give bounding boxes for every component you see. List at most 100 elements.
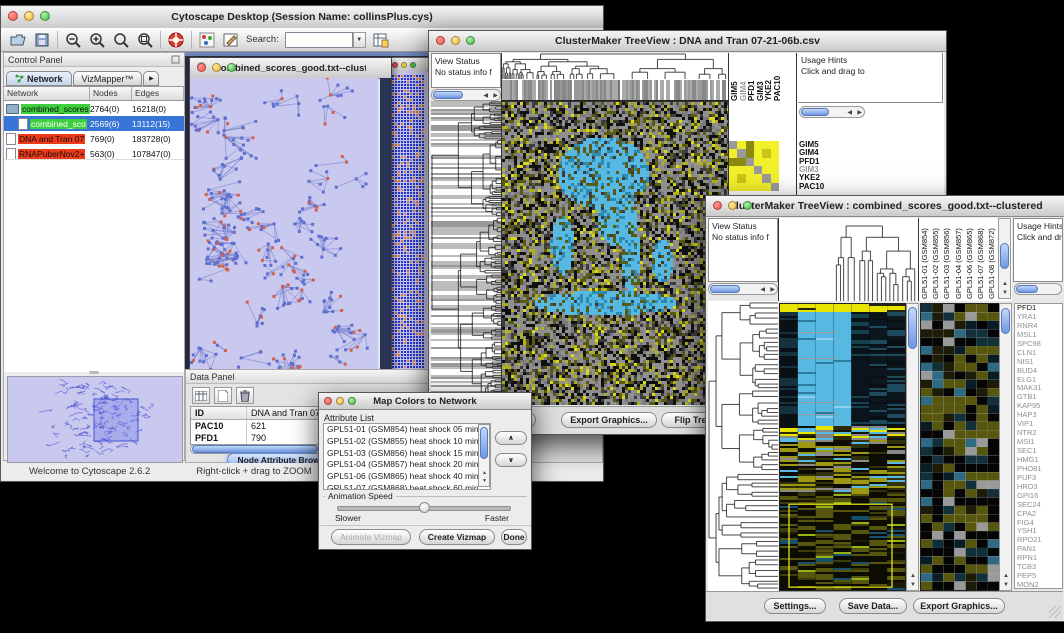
- genes-vscrollbar[interactable]: ▲ ▼: [999, 303, 1012, 591]
- matrix-cell[interactable]: [762, 174, 770, 182]
- dialog-title-bar[interactable]: Map Colors to Network: [319, 393, 531, 410]
- resize-grip[interactable]: [1049, 606, 1061, 618]
- attribute-table-icon[interactable]: [372, 31, 390, 49]
- matrix-cell[interactable]: [746, 174, 754, 182]
- column-label[interactable]: PAC10: [773, 55, 782, 101]
- select-attributes-icon[interactable]: [192, 387, 210, 404]
- zoom-selected-icon[interactable]: [112, 31, 130, 49]
- attribute-item[interactable]: GPL51-06 (GSM865) heat shock 40 min: [324, 471, 490, 483]
- network-view-title-bar[interactable]: combined_scores_good.txt--cluste...: [190, 58, 391, 79]
- new-attribute-icon[interactable]: [214, 387, 232, 404]
- matrix-cell[interactable]: [771, 149, 779, 157]
- matrix-cell[interactable]: [729, 183, 737, 191]
- zoom-window-button[interactable]: [743, 201, 752, 210]
- column-dendrogram-canvas[interactable]: [778, 218, 919, 301]
- network-navigator-canvas[interactable]: [7, 376, 183, 463]
- network-row[interactable]: DNA and Tran 07769(0)183728(0): [4, 131, 184, 146]
- matrix-cell[interactable]: [754, 158, 762, 166]
- heatmap-vscrollbar[interactable]: ▲ ▼: [906, 303, 919, 591]
- column-label[interactable]: PFD1: [747, 55, 756, 101]
- attribute-item[interactable]: GPL51-02 (GSM855) heat shock 10 min: [324, 436, 490, 448]
- main-title-bar[interactable]: Cytoscape Desktop (Session Name: collins…: [1, 6, 603, 29]
- attribute-item[interactable]: GPL51-07 (GSM868) heat shock 60 min: [324, 483, 490, 490]
- labels-hscrollbar[interactable]: ◀ ▶: [799, 106, 865, 118]
- move-down-button[interactable]: ∨: [495, 453, 527, 467]
- splitter-handle[interactable]: [6, 371, 182, 375]
- zoom-window-button[interactable]: [40, 11, 50, 21]
- matrix-cell[interactable]: [737, 149, 745, 157]
- zoom-heatmap-canvas[interactable]: [920, 303, 1000, 591]
- heatmap-canvas[interactable]: [501, 101, 729, 405]
- close-button[interactable]: [324, 397, 332, 405]
- matrix-cell[interactable]: [737, 141, 745, 149]
- close-button[interactable]: [8, 11, 18, 21]
- matrix-cell[interactable]: [729, 158, 737, 166]
- dendro-hscrollbar[interactable]: ◀ ▶: [431, 89, 501, 101]
- matrix-cell[interactable]: [771, 166, 779, 174]
- minimize-button[interactable]: [212, 63, 221, 72]
- matrix-cell[interactable]: [746, 166, 754, 174]
- data-column-id[interactable]: ID: [191, 407, 247, 419]
- matrix-cell[interactable]: [754, 141, 762, 149]
- attribute-item[interactable]: GPL51-04 (GSM857) heat shock 20 min: [324, 459, 490, 471]
- global-heatmap-canvas[interactable]: [779, 303, 906, 591]
- zoom-window-button[interactable]: [410, 62, 416, 68]
- column-label[interactable]: GPL51-01 (GSM854): [920, 219, 931, 299]
- matrix-cell[interactable]: [754, 149, 762, 157]
- matrix-cell[interactable]: [762, 158, 770, 166]
- zoom-out-icon[interactable]: [64, 31, 82, 49]
- column-label[interactable]: GPL51-04 (GSM857): [954, 219, 965, 299]
- zoom-fit-icon[interactable]: [136, 31, 154, 49]
- dendro-hscrollbar[interactable]: ◀ ▶: [708, 283, 778, 295]
- attribute-item[interactable]: GPL51-03 (GSM856) heat shock 15 min: [324, 448, 490, 460]
- matrix-cell[interactable]: [746, 158, 754, 166]
- minimize-button[interactable]: [728, 201, 737, 210]
- done-button[interactable]: Done: [501, 529, 527, 545]
- column-label[interactable]: GIM3: [756, 55, 765, 101]
- matrix-cell[interactable]: [746, 141, 754, 149]
- matrix-cell[interactable]: [762, 183, 770, 191]
- matrix-cell[interactable]: [771, 141, 779, 149]
- grid-network-canvas[interactable]: [390, 71, 427, 369]
- network-canvas[interactable]: [190, 78, 378, 369]
- column-label[interactable]: GPL51-07 (GSM868): [976, 219, 987, 299]
- matrix-cell[interactable]: [771, 174, 779, 182]
- matrix-cell[interactable]: [729, 174, 737, 182]
- save-data-button[interactable]: Save Data...: [839, 598, 907, 614]
- zoom-in-icon[interactable]: [88, 31, 106, 49]
- minimize-button[interactable]: [24, 11, 34, 21]
- minimize-button[interactable]: [336, 397, 344, 405]
- attribute-list-vscrollbar[interactable]: ▲ ▼: [478, 424, 490, 487]
- column-header-edges[interactable]: Edges: [132, 87, 184, 100]
- matrix-cell[interactable]: [729, 141, 737, 149]
- matrix-cell[interactable]: [771, 183, 779, 191]
- column-label[interactable]: GPL51-03 (GSM856): [942, 219, 953, 299]
- col-labels-vscrollbar[interactable]: ▲ ▼: [998, 218, 1011, 299]
- matrix-cell[interactable]: [754, 183, 762, 191]
- column-label[interactable]: GIM4: [739, 55, 748, 101]
- column-label[interactable]: GIM5: [730, 55, 739, 101]
- animate-vizmap-button[interactable]: Animate Vizmap: [331, 529, 411, 545]
- open-session-button[interactable]: [9, 31, 27, 49]
- column-label[interactable]: GPL51-02 (GSM855): [931, 219, 942, 299]
- settings-button[interactable]: Settings...: [764, 598, 826, 614]
- row-dendrogram-canvas[interactable]: [708, 301, 778, 591]
- search-dropdown-button[interactable]: ▼: [353, 32, 366, 48]
- annotation-icon[interactable]: [222, 31, 240, 49]
- matrix-cell[interactable]: [746, 183, 754, 191]
- search-input[interactable]: [285, 32, 353, 48]
- matrix-cell[interactable]: [762, 166, 770, 174]
- treeview-dna-title-bar[interactable]: ClusterMaker TreeView : DNA and Tran 07-…: [429, 31, 946, 52]
- close-button[interactable]: [713, 201, 722, 210]
- row-dendrogram-canvas[interactable]: [431, 101, 501, 404]
- speed-slider[interactable]: [337, 506, 511, 511]
- zoom-window-button[interactable]: [348, 397, 356, 405]
- network-row[interactable]: combined_sco2569(6)13112(15): [4, 116, 184, 131]
- matrix-cell[interactable]: [729, 149, 737, 157]
- matrix-cell[interactable]: [771, 158, 779, 166]
- column-label[interactable]: YKE2: [764, 55, 773, 101]
- create-vizmap-button[interactable]: Create Vizmap: [419, 529, 495, 545]
- move-up-button[interactable]: ∧: [495, 431, 527, 445]
- gene-label[interactable]: MON2: [1017, 581, 1062, 589]
- column-header-nodes[interactable]: Nodes: [90, 87, 132, 100]
